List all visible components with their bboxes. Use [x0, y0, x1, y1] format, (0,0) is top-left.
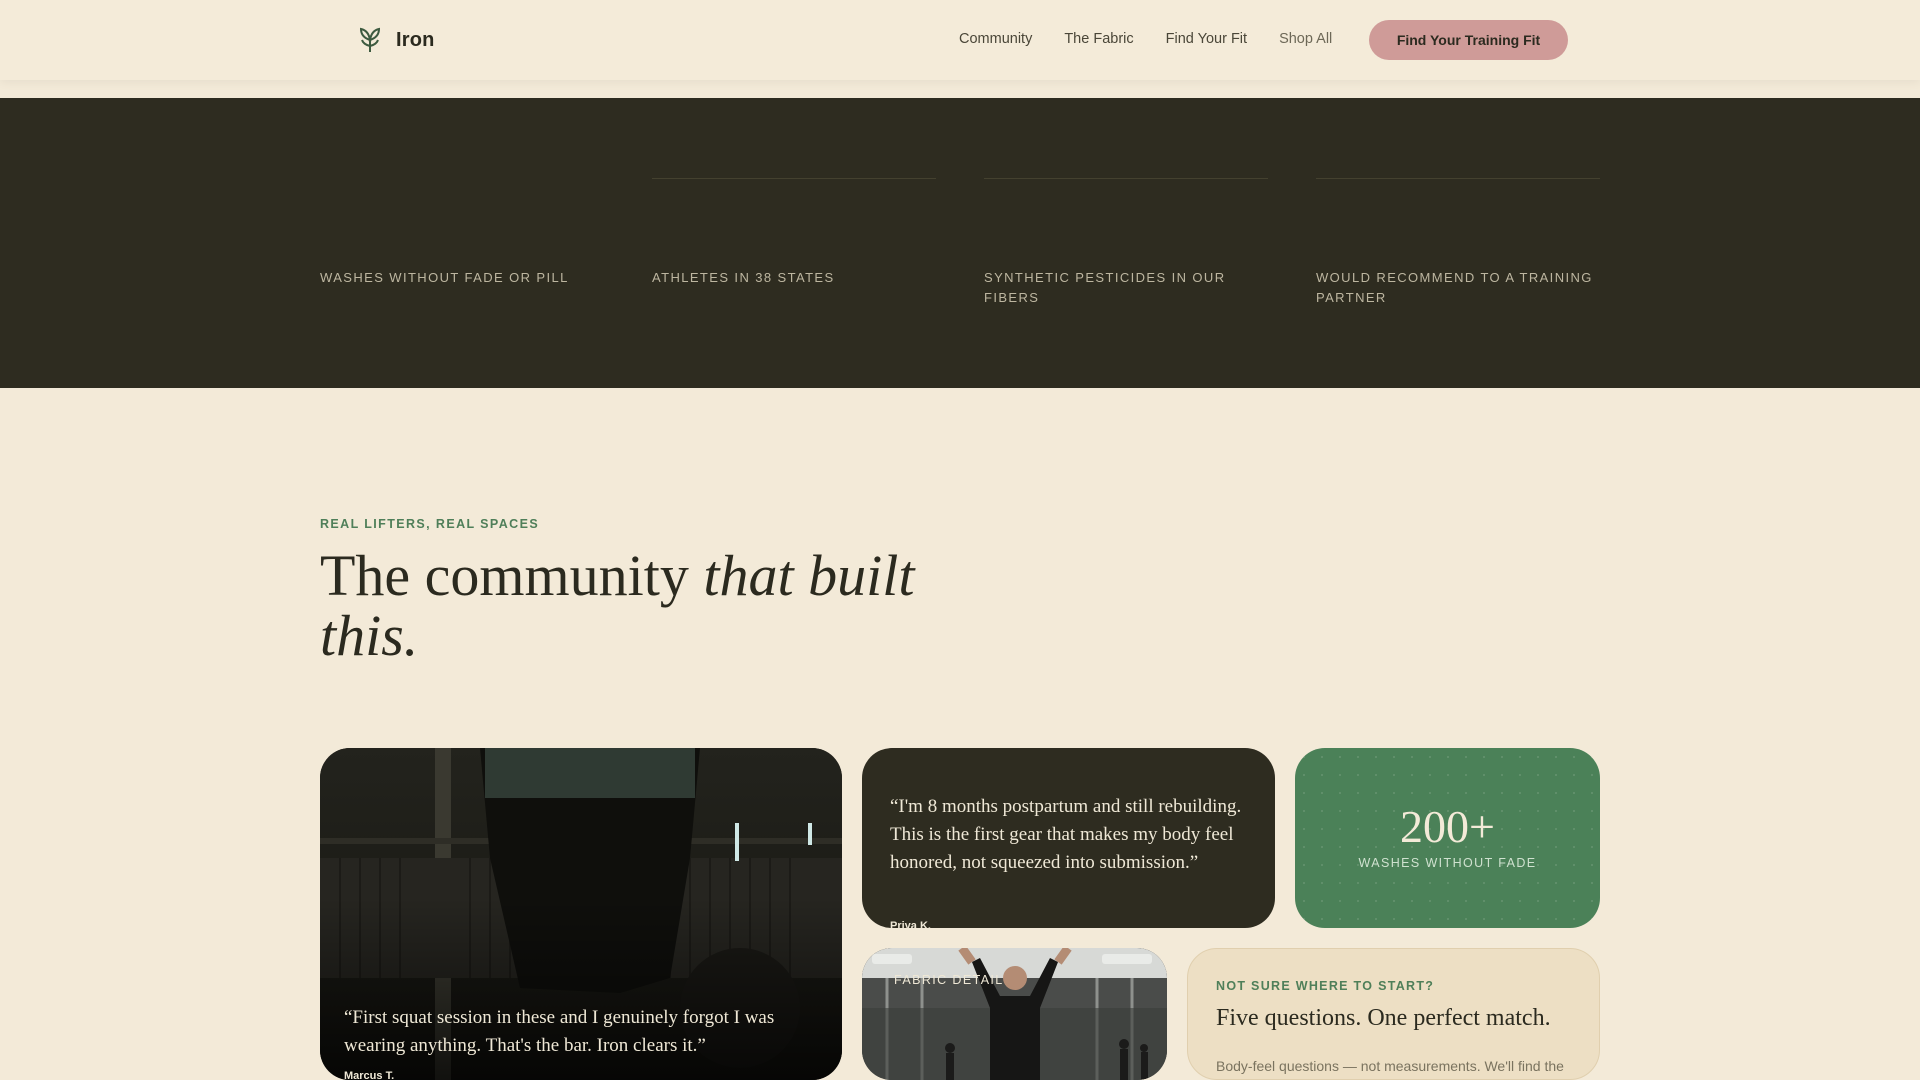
- stat-value: 200+: [1400, 801, 1495, 852]
- section-headline: The community that built this.: [320, 546, 940, 666]
- stat-divider: [1316, 178, 1600, 179]
- testimonial-quote: “First squat session in these and I genu…: [344, 1007, 775, 1056]
- nav-link-community[interactable]: Community: [959, 31, 1032, 47]
- stat-item: WASHES WITHOUT FADE OR PILL: [320, 98, 604, 388]
- stat-item: ATHLETES IN 38 STATES: [652, 98, 936, 388]
- stats-band: WASHES WITHOUT FADE OR PILL ATHLETES IN …: [0, 98, 1920, 388]
- testimonial-text-card[interactable]: “I'm 8 months postpartum and still rebui…: [862, 748, 1275, 928]
- nav-link-shop-all[interactable]: Shop All: [1279, 31, 1332, 47]
- find-training-fit-button[interactable]: Find Your Training Fit: [1369, 20, 1568, 60]
- testimonial-author: Priya K.: [890, 920, 931, 928]
- section-eyebrow: REAL LIFTERS, REAL SPACES: [320, 517, 540, 531]
- stat-label: WOULD RECOMMEND TO A TRAINING PARTNER: [1316, 270, 1593, 305]
- stat-label: WASHES WITHOUT FADE OR PILL: [320, 270, 569, 285]
- athlete-photo: [862, 948, 1167, 1080]
- fit-quiz-card[interactable]: NOT SURE WHERE TO START? Five questions.…: [1187, 948, 1600, 1080]
- stat-divider: [984, 178, 1268, 179]
- wash-stat-card: 200+ WASHES WITHOUT FADE: [1295, 748, 1600, 928]
- quiz-title: Five questions. One perfect match.: [1216, 1005, 1551, 1031]
- quiz-eyebrow: NOT SURE WHERE TO START?: [1216, 979, 1435, 993]
- fabric-detail-card[interactable]: FABRIC DETAIL: [862, 948, 1167, 1080]
- stat-item: WOULD RECOMMEND TO A TRAINING PARTNER: [1316, 98, 1600, 388]
- testimonial-quote: “I'm 8 months postpartum and still rebui…: [890, 796, 1242, 873]
- fabric-detail-tag: FABRIC DETAIL: [894, 973, 1004, 987]
- nav-link-find-your-fit[interactable]: Find Your Fit: [1166, 31, 1247, 47]
- stat-divider: [652, 178, 936, 179]
- stat-label: ATHLETES IN 38 STATES: [652, 270, 835, 285]
- testimonial-author: Marcus T.: [344, 1070, 395, 1080]
- testimonial-photo-card[interactable]: “First squat session in these and I genu…: [320, 748, 842, 1080]
- stat-caption: WASHES WITHOUT FADE: [1358, 856, 1537, 870]
- stat-label: SYNTHETIC PESTICIDES IN OUR FIBERS: [984, 270, 1226, 305]
- nav-links: Community The Fabric Find Your Fit Shop …: [959, 31, 1332, 47]
- brand-name: Iron: [396, 28, 435, 51]
- nav-link-the-fabric[interactable]: The Fabric: [1064, 31, 1133, 47]
- stat-item: SYNTHETIC PESTICIDES IN OUR FIBERS: [984, 98, 1268, 388]
- headline-plain: The community: [320, 543, 704, 608]
- quiz-description: Body-feel questions — not measurements. …: [1216, 1058, 1564, 1074]
- top-navigation: Iron Community The Fabric Find Your Fit …: [0, 0, 1920, 80]
- leaf-sprout-icon: [359, 27, 381, 52]
- brand-home-link[interactable]: Iron: [358, 26, 435, 54]
